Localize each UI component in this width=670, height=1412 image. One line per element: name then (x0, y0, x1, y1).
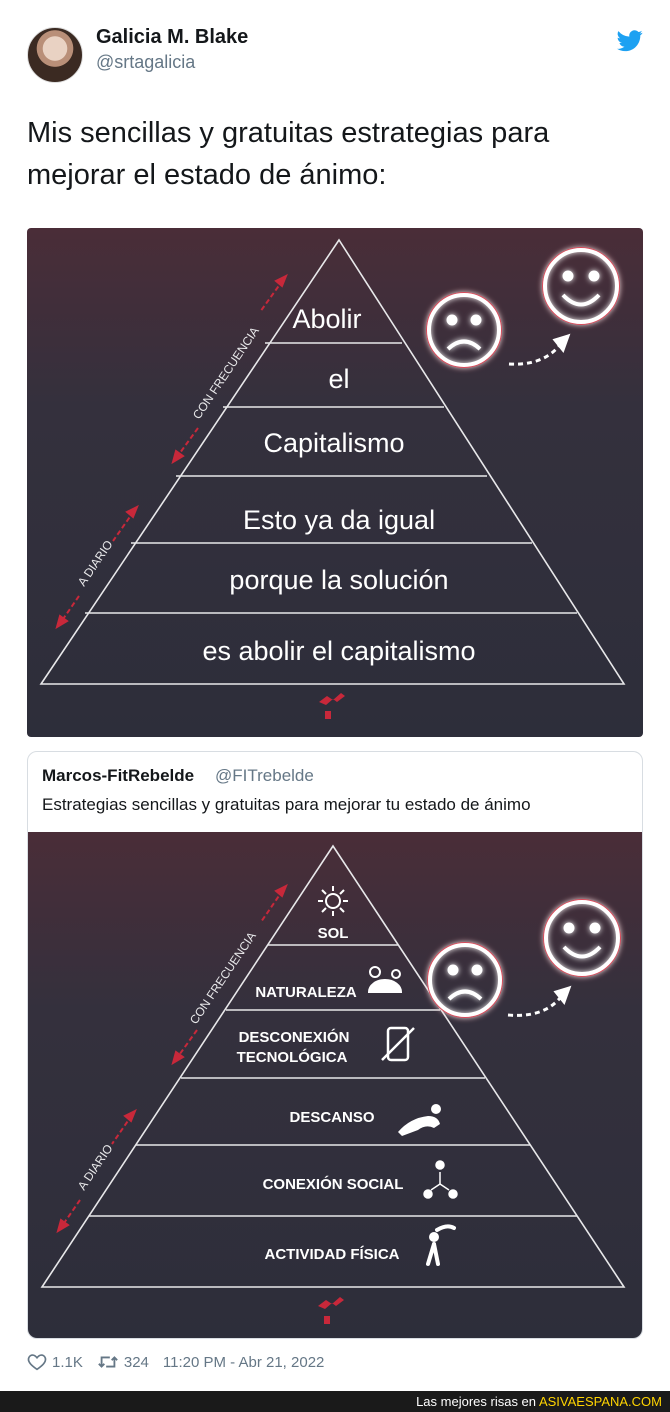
pyramid-level-5: porque la solución (229, 565, 448, 595)
pyramid-level-2: el (328, 364, 349, 394)
timestamp[interactable]: 11:20 PM - Abr 21, 2022 (163, 1354, 325, 1371)
quoted-level-conexion-social: CONEXIÓN SOCIAL (263, 1175, 404, 1193)
quoted-image[interactable]: SOL NATURALEZA DESCONEXIÓN TECNOLÓGICA D… (28, 832, 642, 1338)
tweet-image[interactable]: Abolir el Capitalismo Esto ya da igual p… (27, 228, 643, 737)
quoted-level-actividad-fisica: ACTIVIDAD FÍSICA (265, 1246, 400, 1263)
tweet-header: Galicia M. Blake @srtagalicia (0, 0, 670, 100)
quoted-level-descanso: DESCANSO (289, 1109, 374, 1126)
like-button[interactable]: 1.1K (27, 1353, 83, 1371)
pyramid-level-6: es abolir el capitalismo (202, 636, 475, 666)
retweet-icon (98, 1356, 118, 1368)
heart-icon (27, 1354, 47, 1371)
avatar[interactable] (27, 27, 83, 83)
retweet-button[interactable]: 324 (97, 1354, 149, 1371)
quoted-author-handle[interactable]: @FITrebelde (215, 766, 314, 786)
watermark-strip: Las mejores risas en ASIVAESPANA.COM (0, 1391, 670, 1412)
quoted-level-desconexion: DESCONEXIÓN (239, 1028, 350, 1046)
quoted-author-name[interactable]: Marcos-FitRebelde (42, 766, 194, 786)
author-name[interactable]: Galicia M. Blake (96, 26, 248, 49)
pyramid-level-1: Abolir (292, 304, 361, 334)
twitter-bird-icon[interactable] (617, 30, 643, 52)
quoted-tweet[interactable]: Marcos-FitRebelde @FITrebelde Estrategia… (27, 751, 643, 1339)
watermark-brand[interactable]: ASIVAESPANA.COM (539, 1394, 662, 1409)
quoted-level-sol: SOL (318, 925, 349, 942)
tweet-text: Mis sencillas y gratuitas estrategias pa… (27, 117, 550, 191)
like-count: 1.1K (52, 1353, 83, 1371)
retweet-count: 324 (123, 1353, 149, 1371)
pyramid-level-3: Capitalismo (263, 428, 404, 458)
author-handle[interactable]: @srtagalicia (96, 52, 195, 73)
tweet-footer: 1.1K 324 11:20 PM - Abr 21, 2022 (27, 1350, 338, 1374)
quoted-level-tecnologica: TECNOLÓGICA (237, 1048, 348, 1066)
pyramid-level-4: Esto ya da igual (243, 505, 435, 535)
quoted-level-naturaleza: NATURALEZA (255, 984, 357, 1001)
watermark-prefix: Las mejores risas en (416, 1394, 537, 1409)
quoted-text: Estrategias sencillas y gratuitas para m… (42, 795, 531, 814)
